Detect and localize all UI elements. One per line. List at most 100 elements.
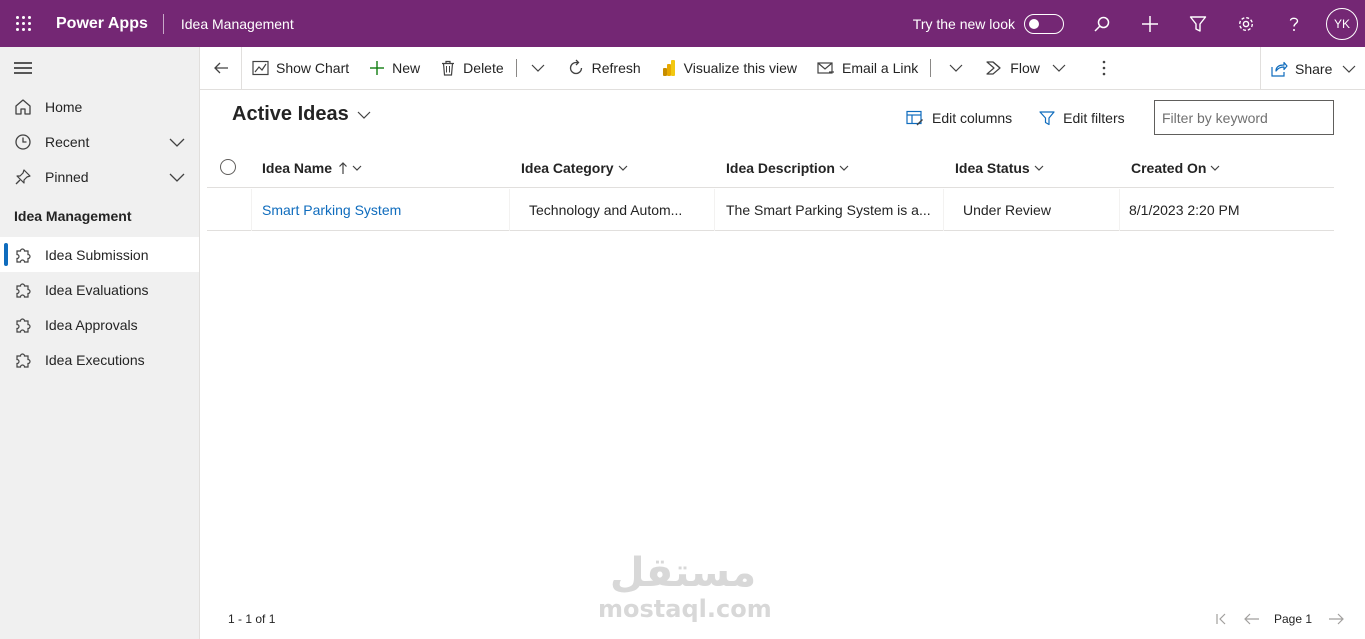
brand-name[interactable]: Power Apps [47,15,163,33]
select-all-radio[interactable] [220,159,236,175]
sidebar-item-idea-approvals[interactable]: Idea Approvals [0,307,199,342]
share-button[interactable]: Share [1260,47,1365,90]
sidebar-item-recent[interactable]: Recent [0,124,199,159]
sidebar-group-title: Idea Management [14,207,132,224]
column-header-idea-status[interactable]: Idea Status [955,148,1044,188]
idea-description-cell: The Smart Parking System is a... [726,202,931,218]
delete-button[interactable]: Delete [430,47,513,90]
search-icon[interactable] [1078,0,1126,47]
command-divider [930,59,932,77]
sidebar-item-home[interactable]: Home [0,89,199,124]
sidebar-item-label: Idea Executions [45,351,145,368]
trash-icon [442,60,455,76]
app-name[interactable]: Idea Management [164,16,294,32]
chevron-down-icon [1211,165,1220,171]
column-separator [509,189,510,231]
sidebar-item-label: Pinned [45,168,89,185]
sidebar-item-idea-evaluations[interactable]: Idea Evaluations [0,272,199,307]
chevron-down-icon [352,165,362,171]
new-button[interactable]: New [359,47,430,90]
new-look-toggle[interactable] [1024,13,1064,34]
chevron-down-icon[interactable] [169,134,185,153]
idea-name-link[interactable]: Smart Parking System [262,189,502,231]
column-header-idea-name[interactable]: Idea Name [262,148,362,188]
user-avatar[interactable]: YK [1326,7,1358,40]
back-button[interactable] [200,46,242,90]
sidebar: Home Recent Pinned Idea Management Idea … [0,47,200,639]
flow-button[interactable]: Flow [975,47,1076,90]
grid-header: Idea Name Idea Category Idea Description… [207,148,1334,188]
first-page-icon[interactable] [1212,613,1232,625]
puzzle-icon [14,351,32,369]
help-icon[interactable] [1270,0,1318,47]
page-label: Page 1 [1274,612,1313,626]
settings-icon[interactable] [1222,0,1270,47]
next-page-icon[interactable] [1326,613,1346,625]
delete-label: Delete [463,60,504,76]
home-icon [14,98,32,116]
watermark-logo: مستقل mostaql.com [598,550,772,623]
edit-filters-button[interactable]: Edit filters [1039,110,1125,126]
plus-icon[interactable] [1126,0,1174,47]
watermark-latin-text: mostaql.com [598,595,772,623]
chevron-down-icon [839,165,849,171]
sidebar-item-label: Idea Approvals [45,316,138,333]
column-header-label: Idea Description [726,160,835,176]
chevron-down-icon[interactable] [169,169,185,188]
previous-page-icon[interactable] [1242,613,1262,625]
refresh-button[interactable]: Refresh [557,47,651,90]
column-header-idea-category[interactable]: Idea Category [521,148,628,188]
sidebar-item-pinned[interactable]: Pinned [0,159,199,194]
pager: Page 1 [1212,608,1356,630]
new-label: New [392,60,421,76]
record-count: 1 - 1 of 1 [228,612,276,626]
puzzle-icon [14,316,32,334]
created-on-cell: 8/1/2023 2:20 PM [1129,202,1240,218]
column-header-idea-description[interactable]: Idea Description [726,148,849,188]
puzzle-icon [14,246,32,264]
idea-status-cell: Under Review [963,202,1051,218]
waffle-icon[interactable] [0,0,47,47]
chevron-down-icon [1052,64,1066,72]
email-link-icon [817,62,835,74]
column-separator [943,189,944,231]
view-selector[interactable]: Active Ideas [232,103,371,126]
sidebar-item-label: Idea Submission [45,246,149,263]
chevron-down-icon [1342,65,1356,73]
share-icon [1271,61,1288,77]
watermark-arabic-text: مستقل [609,550,757,596]
chevron-down-icon [1034,165,1044,171]
email-link-label: Email a Link [842,60,919,76]
hamburger-menu-icon[interactable] [0,47,199,89]
idea-category-cell: Technology and Autom... [529,202,683,218]
puzzle-icon [14,281,32,299]
filter-icon[interactable] [1174,0,1222,47]
filter-keyword-input[interactable] [1154,100,1334,135]
flow-icon [986,61,1001,75]
show-chart-button[interactable]: Show Chart [242,47,359,90]
more-delete-chevron-icon[interactable] [519,47,557,90]
view-tools: Edit columns Edit filters [906,100,1152,135]
flow-label: Flow [1010,60,1040,76]
edit-columns-button[interactable]: Edit columns [906,110,1012,126]
chevron-down-icon [618,165,628,171]
more-email-chevron-icon[interactable] [933,47,975,90]
column-header-label: Idea Status [955,160,1030,176]
sidebar-item-idea-executions[interactable]: Idea Executions [0,342,199,377]
column-separator [1119,189,1120,231]
try-new-look-label: Try the new look [912,15,1015,32]
column-separator [251,189,252,231]
email-link-button[interactable]: Email a Link [807,47,928,90]
filter-icon [1039,110,1055,125]
column-header-label: Created On [1131,160,1207,176]
chart-icon [252,60,269,76]
more-commands-icon[interactable] [1076,47,1116,90]
clock-icon [14,133,32,151]
visualize-view-button[interactable]: Visualize this view [651,47,807,90]
visualize-view-label: Visualize this view [683,60,798,76]
table-row[interactable]: Smart Parking System Technology and Auto… [207,189,1334,231]
sidebar-item-idea-submission[interactable]: Idea Submission [0,237,199,272]
refresh-label: Refresh [591,60,641,76]
column-header-created-on[interactable]: Created On [1131,148,1220,188]
show-chart-label: Show Chart [276,60,350,76]
